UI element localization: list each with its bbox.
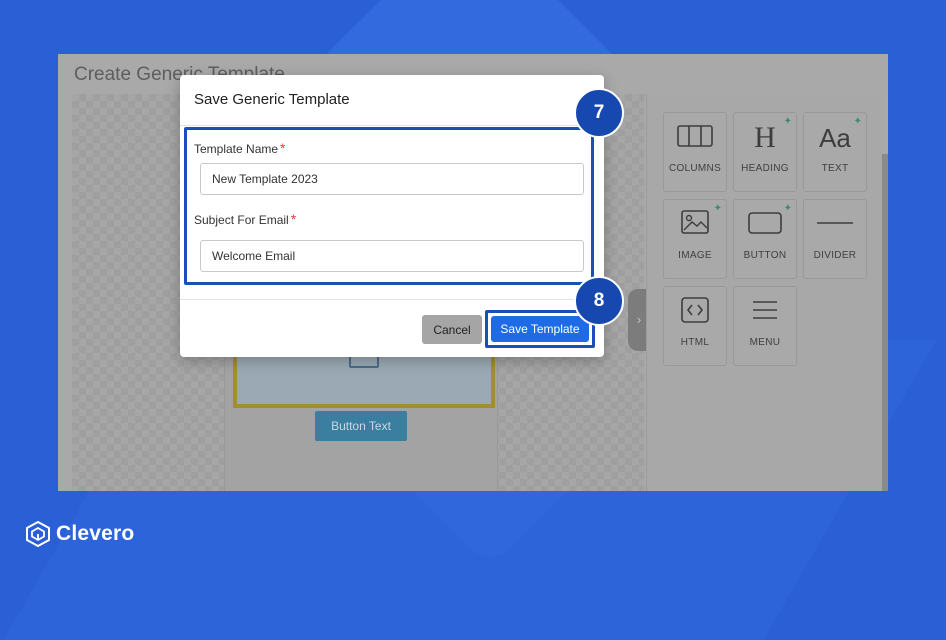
tile-label: HEADING [741, 163, 789, 174]
columns-icon [664, 123, 726, 153]
button-icon [734, 210, 796, 240]
panel-scrollbar[interactable] [882, 154, 888, 491]
cancel-button[interactable]: Cancel [422, 315, 482, 344]
html-icon [664, 297, 726, 327]
tile-html[interactable]: HTML [663, 286, 727, 366]
step-8-badge: 8 [574, 276, 624, 326]
dialog-title: Save Generic Template [194, 91, 350, 108]
divider [180, 299, 604, 300]
template-name-label: Template Name * [194, 140, 286, 156]
save-template-button[interactable]: Save Template [491, 316, 589, 342]
tile-divider[interactable]: DIVIDER [803, 199, 867, 279]
image-icon [664, 210, 726, 240]
tile-image[interactable]: ✦ IMAGE [663, 199, 727, 279]
brand-name: Clevero [56, 522, 135, 545]
menu-icon [734, 297, 796, 327]
tile-menu[interactable]: MENU [733, 286, 797, 366]
required-mark: * [280, 140, 286, 156]
tile-columns[interactable]: COLUMNS [663, 112, 727, 192]
tile-button[interactable]: ✦ BUTTON [733, 199, 797, 279]
brand-logo: Clevero [26, 521, 134, 547]
step-7-badge: 7 [574, 88, 624, 138]
tile-label: DIVIDER [813, 250, 857, 261]
clevero-logo-icon [26, 521, 50, 547]
template-name-input[interactable] [200, 163, 584, 195]
tile-label: HTML [680, 337, 710, 348]
tile-heading[interactable]: ✦ H HEADING [733, 112, 797, 192]
divider-icon [804, 210, 866, 240]
tile-label: IMAGE [678, 250, 712, 261]
subject-input[interactable] [200, 240, 584, 272]
subject-label: Subject For Email * [194, 211, 297, 227]
tile-label: TEXT [821, 163, 849, 174]
tile-label: MENU [749, 337, 781, 348]
tile-text[interactable]: ✦ Aa TEXT [803, 112, 867, 192]
tile-label: BUTTON [743, 250, 787, 261]
content-blocks-panel: COLUMNS ✦ H HEADING ✦ Aa TEXT ✦ IMAGE ✦ … [646, 94, 883, 491]
divider [180, 125, 604, 126]
tile-label: COLUMNS [668, 163, 722, 174]
required-mark: * [290, 211, 297, 227]
text-icon: Aa [819, 123, 851, 153]
heading-icon: H [754, 121, 776, 154]
email-button-block[interactable]: Button Text [315, 411, 407, 441]
save-template-dialog: Save Generic Template Template Name* Sub… [180, 75, 604, 357]
